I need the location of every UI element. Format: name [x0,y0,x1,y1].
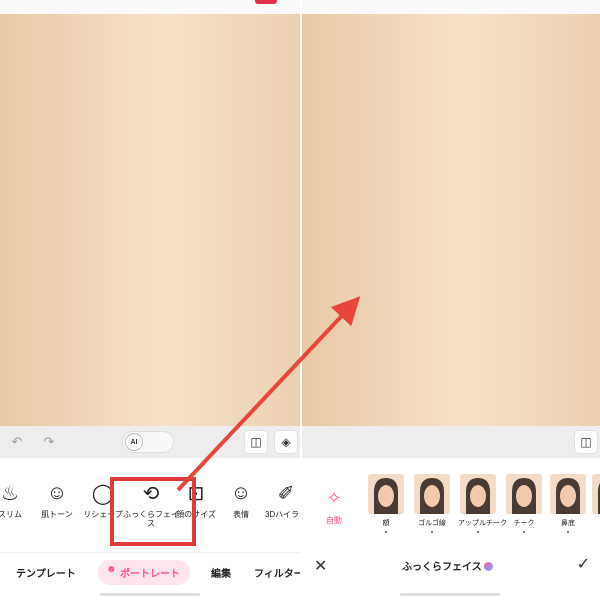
magic-wand-icon: ✧ [326,488,342,508]
preset-forehead[interactable]: 額 [366,474,406,533]
tab-portrait-label: ポートレート [120,569,180,580]
confirm-check-icon[interactable]: ✓ [577,554,590,574]
close-icon[interactable]: ✕ [314,556,327,576]
bottom-tab-bar: テンプレート ☻ ポートレート 編集 フィルター [0,552,300,600]
recording-indicator [255,0,277,4]
auto-label: 自動 [326,516,342,525]
tool-3d-highlight[interactable]: ✐ 3Dハイライ [256,480,300,520]
skin-tone-icon: ☺ [46,481,68,504]
right-screen: ◫ ✧ 自動 額 ゴルゴ線 アップルチーク チーク 鼻底 ✕ ふっくらフェイス … [302,0,600,600]
canvas-toolbar: ↶ ↷ AI ◫ ◈ [0,426,300,458]
3d-highlight-icon: ✐ [277,482,295,505]
layers-icon[interactable]: ◈ [274,430,298,454]
panel-title-text: ふっくらフェイス [402,562,482,573]
tab-template[interactable]: テンプレート [16,565,76,580]
photo-canvas-after[interactable] [302,14,600,426]
status-bar [302,0,600,14]
preset-apple-cheek[interactable]: アップルチーク [458,474,507,533]
highlight-box [110,477,196,546]
home-indicator [400,593,500,596]
photo-canvas-before[interactable] [0,14,300,426]
preset-label: チーク [513,520,535,527]
preset-row: ✧ 自動 額 ゴルゴ線 アップルチーク チーク 鼻底 [302,458,600,548]
preset-dot [477,531,479,533]
preset-dot [431,531,433,533]
compare-icon[interactable]: ◫ [574,430,598,454]
preset-thumbnail [368,474,404,514]
preset-label: アップルチーク [458,520,507,527]
portrait-icon: ☻ [106,564,117,575]
home-indicator [100,593,200,596]
auto-button[interactable]: ✧ 自動 [314,488,354,526]
tab-filter[interactable]: フィルター [254,565,300,580]
premium-badge-icon [483,562,493,571]
ai-icon: AI [125,433,143,451]
redo-icon[interactable]: ↷ [38,431,60,453]
undo-icon[interactable]: ↶ [6,431,28,453]
preset-label: 鼻底 [561,520,575,527]
preset-dot [523,531,525,533]
preset-nasolabial[interactable]: ゴルゴ線 [412,474,452,533]
preset-thumbnail [414,474,450,514]
preset-cheek[interactable]: チーク [504,474,544,533]
preset-dot [567,531,569,533]
compare-icon[interactable]: ◫ [244,430,268,454]
tool-label: 3Dハイライ [264,510,300,519]
preset-dot [385,531,387,533]
tab-portrait[interactable]: ☻ ポートレート [98,560,190,585]
bottom-action-bar: ✕ ふっくらフェイス ✓ [302,548,600,600]
status-bar [0,0,300,14]
panel-title: ふっくらフェイス [402,558,512,573]
preset-thumbnail [506,474,542,514]
preset-label: 額 [382,520,390,527]
tab-edit[interactable]: 編集 [211,565,231,580]
preset-thumbnail [460,474,496,514]
preset-thumbnail [592,474,600,514]
preset-thumbnail [550,474,586,514]
ai-toggle[interactable]: AI [122,431,174,453]
preset-label: ゴルゴ線 [418,520,446,527]
preset-next[interactable] [590,474,600,514]
canvas-toolbar: ◫ [302,426,600,458]
expression-icon: ☺ [230,481,252,504]
preset-nose-base[interactable]: 鼻底 [548,474,588,533]
slim-body-icon: ♨ [1,482,19,505]
